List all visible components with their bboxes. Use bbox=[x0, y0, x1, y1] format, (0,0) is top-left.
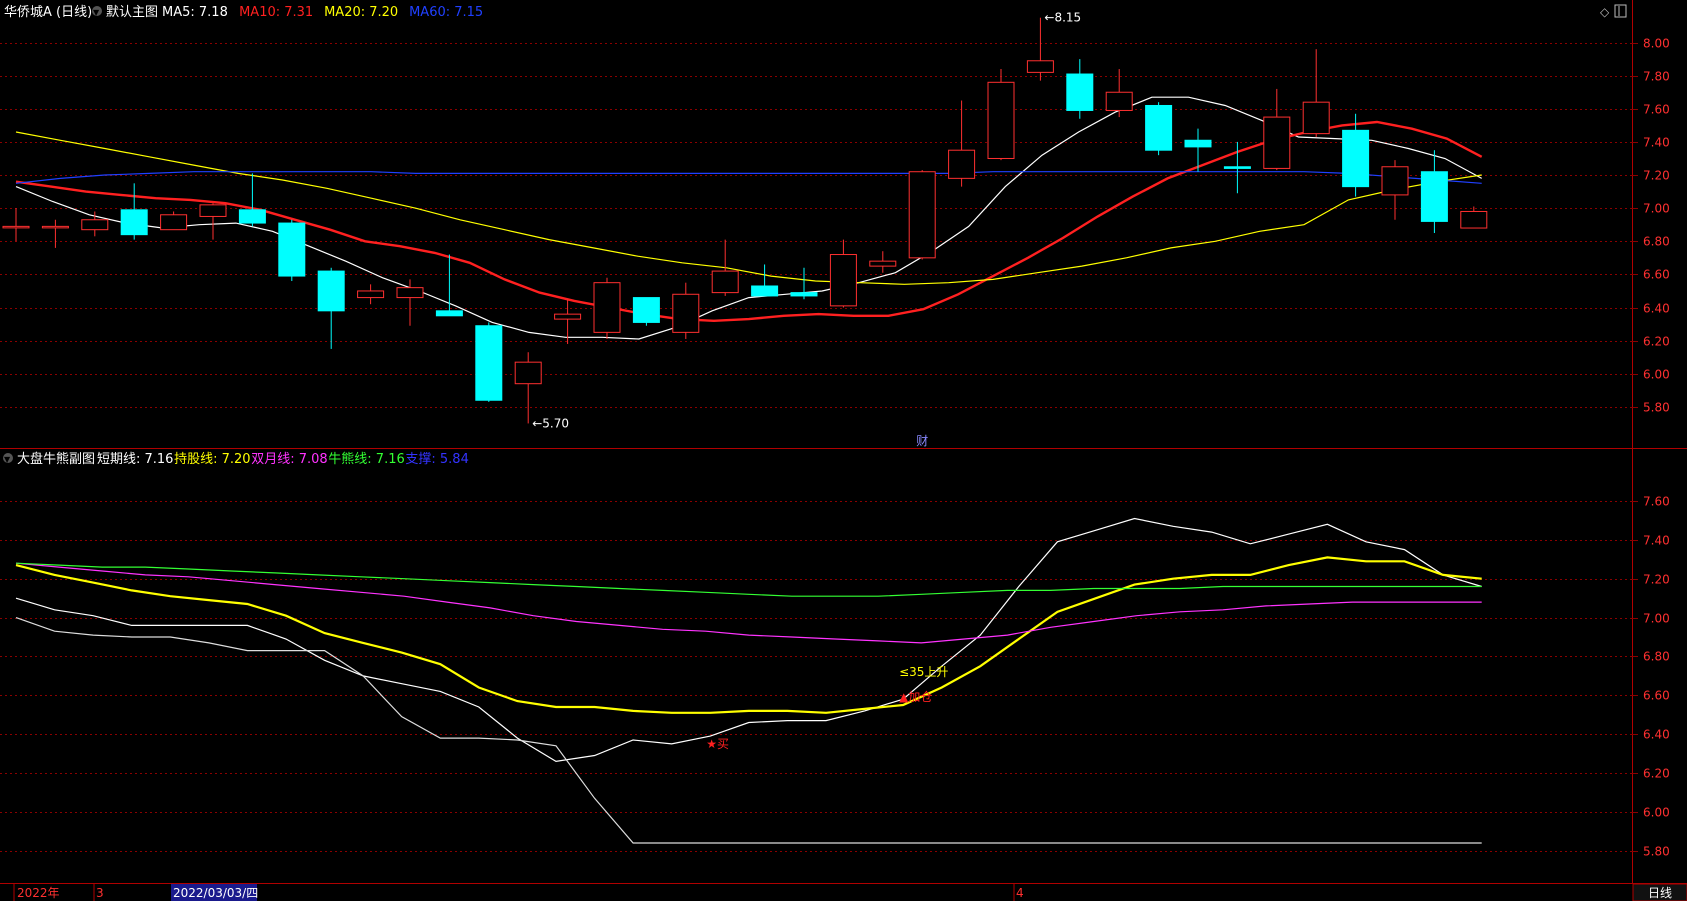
candle-body bbox=[554, 313, 582, 320]
candle-body bbox=[1381, 166, 1409, 196]
candle[interactable] bbox=[593, 277, 621, 339]
candle-body bbox=[396, 287, 424, 299]
diamond-icon[interactable]: ◇ bbox=[1600, 5, 1610, 19]
sub-axis-tick-label: 6.60 bbox=[1643, 689, 1670, 703]
price-axis-tick-label: 6.40 bbox=[1643, 302, 1670, 316]
legend-item: 双月线: 7.08 bbox=[251, 452, 327, 467]
sub-legend: 短期线: 7.16 持股线: 7.20 双月线: 7.08 牛熊线: 7.16 支撑: … bbox=[97, 451, 469, 467]
candle[interactable] bbox=[987, 69, 1015, 161]
extreme-price-label: ←8.15 bbox=[1044, 11, 1081, 25]
candle-body bbox=[41, 225, 69, 229]
price-axis-tick-label: 6.00 bbox=[1643, 368, 1670, 382]
sub-axis-tick-label: 5.80 bbox=[1643, 845, 1670, 859]
candle-body bbox=[1420, 171, 1448, 222]
candle-body bbox=[357, 290, 385, 299]
candle-body bbox=[672, 293, 700, 333]
year-label: 2022年 bbox=[17, 886, 60, 900]
candle[interactable] bbox=[908, 170, 936, 260]
candle-body bbox=[1145, 104, 1173, 151]
legend-item: MA60: 7.15 bbox=[409, 5, 483, 20]
candle-body bbox=[948, 149, 976, 179]
candle[interactable] bbox=[278, 219, 306, 282]
candle-body bbox=[278, 222, 306, 277]
price-axis-tick-label: 6.80 bbox=[1643, 235, 1670, 249]
legend-item: MA10: 7.31 bbox=[239, 5, 313, 20]
candle-body bbox=[2, 225, 30, 229]
sub-axis-tick-label: 7.20 bbox=[1643, 573, 1670, 587]
candle-body bbox=[81, 219, 109, 231]
candle[interactable] bbox=[475, 322, 503, 402]
price-axis-tick-label: 7.80 bbox=[1643, 70, 1670, 84]
candle-body bbox=[120, 209, 148, 236]
main-chart-name[interactable]: 默认主图 bbox=[106, 4, 158, 20]
candle-body bbox=[1105, 91, 1133, 111]
candle-body bbox=[1302, 101, 1330, 135]
legend-item: 持股线: 7.20 bbox=[174, 452, 250, 467]
candle-body bbox=[475, 325, 503, 401]
candle-body bbox=[869, 260, 897, 267]
candle[interactable] bbox=[1145, 102, 1173, 156]
signal-label: ★买 bbox=[706, 737, 729, 751]
candle[interactable] bbox=[632, 297, 660, 326]
month4-label: 4 bbox=[1016, 886, 1024, 900]
sub-axis-tick-label: 6.20 bbox=[1643, 767, 1670, 781]
sub-axis-tick-label: 7.40 bbox=[1643, 534, 1670, 548]
price-axis-tick-label: 7.00 bbox=[1643, 202, 1670, 216]
price-axis-tick-label: 6.20 bbox=[1643, 335, 1670, 349]
candle-body bbox=[751, 285, 779, 297]
signal-label: ▲加仓 bbox=[899, 690, 932, 704]
main-header: 华侨城A (日线) ▼ 默认主图 MA5: 7.18 MA10: 7.31 MA20… bbox=[4, 4, 483, 20]
candle-body bbox=[435, 310, 463, 317]
price-axis-tick-label: 7.20 bbox=[1643, 169, 1670, 183]
price-axis-tick-label: 7.60 bbox=[1643, 103, 1670, 117]
stock-chart-canvas[interactable]: 5.80 6.00 6.20 6.40 6.60 6.80 7.00 7.20 7.40 7.60… bbox=[0, 0, 1687, 901]
candle-body bbox=[1184, 139, 1212, 148]
finance-event-marker[interactable]: 财 bbox=[916, 434, 928, 448]
sub-axis-tick-label: 6.40 bbox=[1643, 728, 1670, 742]
legend-item: 支撑: 5.84 bbox=[405, 452, 468, 467]
candle-body bbox=[790, 292, 818, 297]
period-label[interactable]: 日线 bbox=[1648, 886, 1672, 900]
candle-body bbox=[711, 270, 739, 294]
legend-item: MA20: 7.20 bbox=[324, 5, 398, 20]
candle-body bbox=[908, 171, 936, 259]
candle-body bbox=[632, 297, 660, 323]
candle-body bbox=[199, 204, 227, 217]
candle-body bbox=[1263, 116, 1291, 169]
price-axis-tick-label: 6.60 bbox=[1643, 268, 1670, 282]
candle-body bbox=[1342, 129, 1370, 188]
candle-body bbox=[829, 254, 857, 307]
sub-axis-tick-label: 7.60 bbox=[1643, 495, 1670, 509]
sub-header: ▼ 大盘牛熊副图 短期线: 7.16 持股线: 7.20 双月线: 7.08 牛熊线:… bbox=[3, 451, 469, 467]
price-axis-tick-label: 7.40 bbox=[1643, 136, 1670, 150]
candle-body bbox=[593, 282, 621, 333]
sub-axis-tick-label: 6.80 bbox=[1643, 650, 1670, 664]
candle-body bbox=[987, 81, 1015, 159]
candle-body bbox=[514, 361, 542, 385]
sub-chart-name[interactable]: 大盘牛熊副图 bbox=[17, 451, 95, 467]
candle-body bbox=[238, 209, 266, 224]
candle-body bbox=[160, 214, 188, 231]
candle-body bbox=[1026, 60, 1054, 73]
sub-axis-tick-label: 6.00 bbox=[1643, 806, 1670, 820]
legend-item: 牛熊线: 7.16 bbox=[328, 451, 404, 467]
chevron-glyph: ▼ bbox=[4, 455, 11, 464]
chevron-glyph: ▼ bbox=[93, 8, 100, 17]
stock-title[interactable]: 华侨城A (日线) bbox=[4, 5, 92, 20]
price-axis-tick-label: 5.80 bbox=[1643, 401, 1670, 415]
candle-body bbox=[1066, 73, 1094, 111]
legend-item: 短期线: 7.16 bbox=[97, 452, 173, 467]
month3-label: 3 bbox=[96, 886, 104, 900]
candle-body bbox=[317, 270, 345, 312]
sub-axis-tick-label: 7.00 bbox=[1643, 612, 1670, 626]
signal-label: ≤35上升 bbox=[899, 665, 948, 679]
price-axis-tick-label: 8.00 bbox=[1643, 37, 1670, 51]
candle-body bbox=[1460, 210, 1488, 229]
extreme-price-label: ←5.70 bbox=[532, 416, 569, 430]
cursor-date-label: 2022/03/03/四 bbox=[173, 886, 258, 900]
legend-item: MA5: 7.18 bbox=[162, 5, 228, 20]
candle-body bbox=[1223, 166, 1251, 169]
